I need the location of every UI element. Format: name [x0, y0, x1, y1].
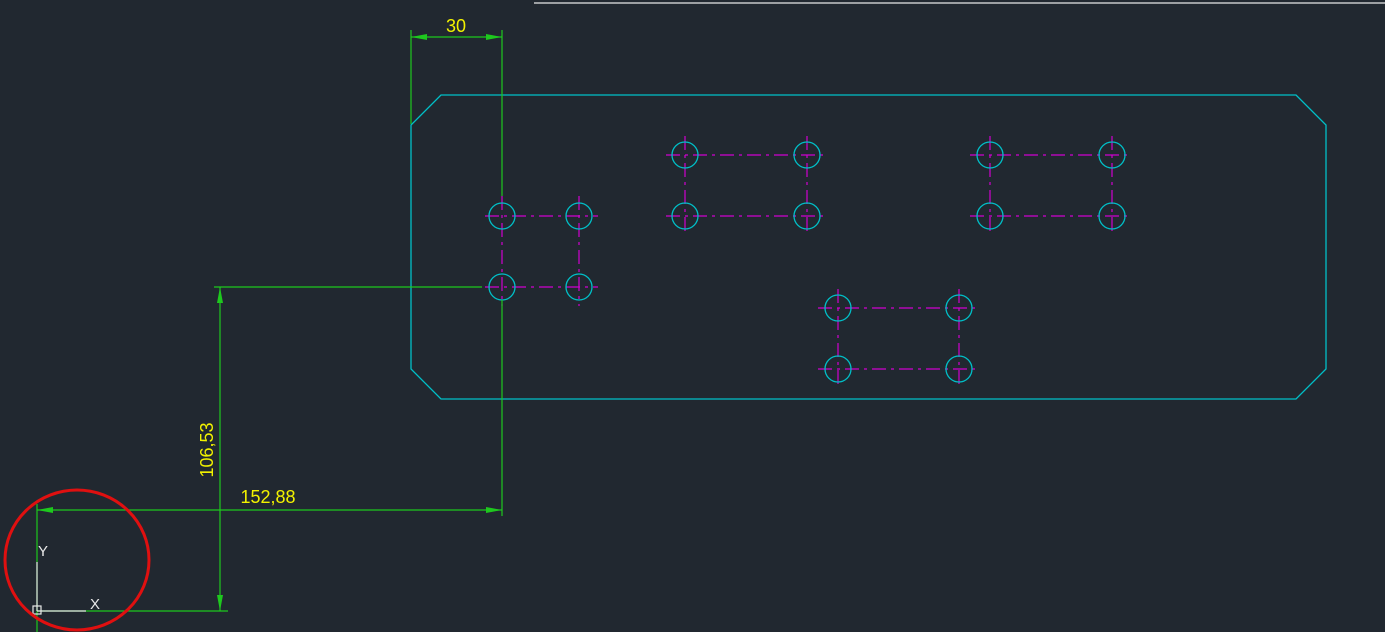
ucs-y-label: Y	[38, 543, 48, 560]
dimension-text-horizontal: 152,88	[240, 487, 295, 507]
hole-group-left	[485, 196, 598, 306]
dimension-top-width[interactable]: 30	[410, 16, 503, 196]
ucs-x-label: X	[90, 596, 100, 613]
dimension-text-top-width: 30	[446, 16, 466, 36]
dimension-horizontal[interactable]: 152,88	[36, 487, 502, 632]
hole-group-top-middle	[666, 136, 828, 236]
ucs-icon: Y X	[32, 543, 100, 615]
hole-group-bottom-middle	[818, 289, 980, 389]
cad-drawing-viewport[interactable]: 30 106,53 152,88 Y X	[0, 0, 1385, 632]
highlight-circle-origin	[3, 488, 151, 632]
dimension-vertical[interactable]: 106,53	[37, 286, 482, 612]
drawing-canvas[interactable]: 30 106,53 152,88 Y X	[0, 0, 1385, 632]
dimension-text-vertical: 106,53	[197, 422, 217, 477]
hole-group-top-right	[970, 136, 1132, 236]
plate-outline[interactable]	[410, 94, 1327, 400]
